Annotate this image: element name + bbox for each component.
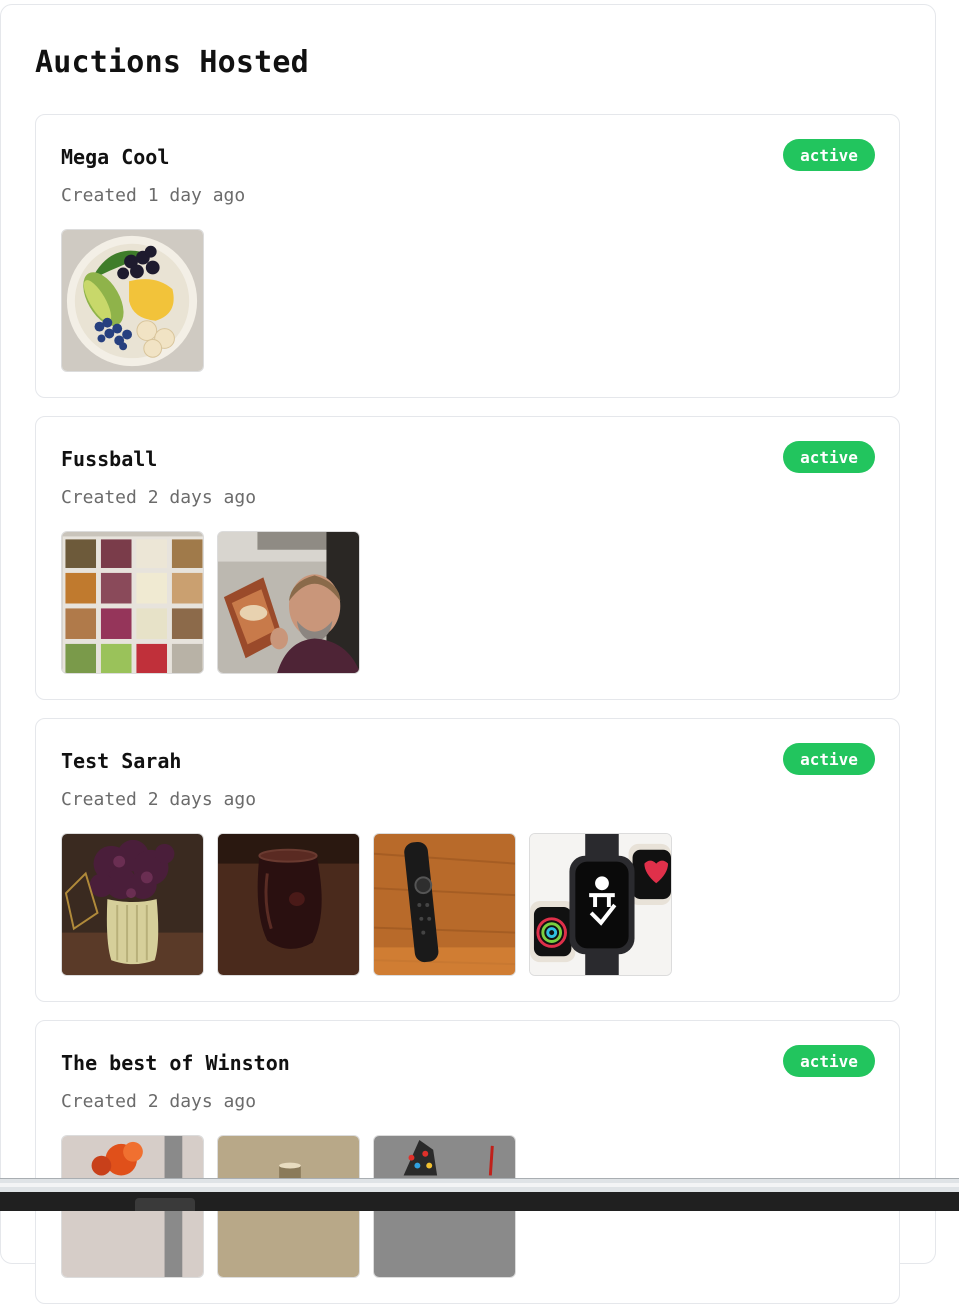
dark-glass-image[interactable] bbox=[217, 833, 360, 976]
flower-vase-image[interactable] bbox=[61, 833, 204, 976]
status-badge: active bbox=[783, 1045, 875, 1077]
status-badge: active bbox=[783, 441, 875, 473]
auction-title[interactable]: Mega Cool bbox=[61, 145, 169, 169]
buffet-trays-image[interactable] bbox=[61, 531, 204, 674]
status-badge: active bbox=[783, 743, 875, 775]
auction-card-fussball[interactable]: Fussball Created 2 days ago active bbox=[35, 416, 900, 700]
auction-image-list bbox=[61, 229, 204, 372]
auction-title[interactable]: The best of Winston bbox=[61, 1051, 290, 1075]
salad-bowl-image[interactable] bbox=[61, 229, 204, 372]
auction-image-list bbox=[61, 531, 360, 674]
window-bottom-edge bbox=[0, 1178, 959, 1192]
taskbar-app-button[interactable] bbox=[135, 1198, 195, 1211]
auction-image-list bbox=[61, 833, 672, 976]
smartwatches-image[interactable] bbox=[529, 833, 672, 976]
auction-title[interactable]: Test Sarah bbox=[61, 749, 181, 773]
page-title: Auctions Hosted bbox=[35, 45, 309, 80]
auction-created-date: Created 2 days ago bbox=[61, 487, 257, 508]
auction-created-date: Created 2 days ago bbox=[61, 1091, 257, 1112]
auction-created-date: Created 1 day ago bbox=[61, 185, 246, 206]
man-holding-snack-bag-image[interactable] bbox=[217, 531, 360, 674]
status-badge: active bbox=[783, 139, 875, 171]
auction-created-date: Created 2 days ago bbox=[61, 789, 257, 810]
auctions-panel: Auctions Hosted Mega Cool Created 1 day … bbox=[0, 4, 936, 1304]
auction-card-the-best-of-winston[interactable]: The best of Winston Created 2 days ago a… bbox=[35, 1020, 900, 1304]
taskbar bbox=[0, 1192, 959, 1211]
auction-card-test-sarah[interactable]: Test Sarah Created 2 days ago active bbox=[35, 718, 900, 1002]
auction-title[interactable]: Fussball bbox=[61, 447, 157, 471]
remote-control-image[interactable] bbox=[373, 833, 516, 976]
auction-card-mega-cool[interactable]: Mega Cool Created 1 day ago active bbox=[35, 114, 900, 398]
